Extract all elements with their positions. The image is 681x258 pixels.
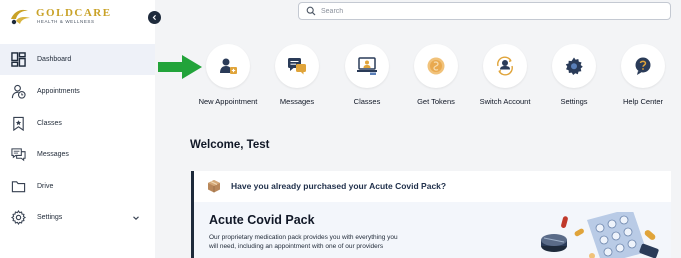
messages-icon xyxy=(288,58,306,75)
chevron-left-icon xyxy=(152,14,156,21)
new-appointment-icon xyxy=(220,58,237,74)
sidebar-item-settings[interactable]: Settings xyxy=(0,202,155,233)
search-input[interactable] xyxy=(321,4,661,18)
brand-logo[interactable]: GOLDCARE HEALTH & WELLNESS xyxy=(8,5,118,27)
folder-icon xyxy=(11,179,26,194)
medication-pack-illustration xyxy=(541,212,659,258)
sidebar-item-label: Dashboard xyxy=(37,56,72,63)
promo-card-body: Acute Covid Pack Our proprietary medicat… xyxy=(194,202,671,258)
quick-action-circle xyxy=(621,44,665,88)
classes-icon xyxy=(357,57,377,75)
brand-tagline: HEALTH & WELLNESS xyxy=(37,19,95,24)
welcome-heading: Welcome, Test xyxy=(190,139,270,151)
promo-card-header[interactable]: Have you already purchased your Acute Co… xyxy=(194,171,671,201)
quick-action-label: New Appointment xyxy=(198,97,258,106)
quick-action-circle xyxy=(275,44,319,88)
quick-action-switch-account[interactable]: Switch Account xyxy=(470,44,540,108)
settings-icon xyxy=(565,57,583,75)
switch-account-icon xyxy=(497,56,513,76)
person-clock-icon xyxy=(11,84,26,99)
sidebar-item-label: Messages xyxy=(37,151,69,158)
promo-card: Have you already purchased your Acute Co… xyxy=(191,171,671,258)
search-bar xyxy=(298,2,671,20)
chevron-down-icon[interactable] xyxy=(132,214,140,222)
tokens-icon xyxy=(427,57,445,75)
quick-action-label: Switch Account xyxy=(479,97,531,106)
sidebar-item-label: Classes xyxy=(37,120,62,127)
quick-action-new-appointment[interactable]: New Appointment xyxy=(193,44,263,108)
quick-action-circle xyxy=(414,44,458,88)
quick-action-circle xyxy=(483,44,527,88)
quick-action-label: Classes xyxy=(353,97,381,106)
sidebar-item-appointments[interactable]: Appointments xyxy=(0,76,155,107)
quick-action-label: Messages xyxy=(279,97,315,106)
sidebar-item-label: Drive xyxy=(37,183,54,190)
sidebar-item-messages[interactable]: Messages xyxy=(0,139,155,170)
chat-bubbles-icon xyxy=(11,147,26,162)
promo-title: Acute Covid Pack xyxy=(209,213,315,227)
search-icon[interactable] xyxy=(306,6,316,16)
gear-icon xyxy=(11,210,26,225)
quick-action-settings[interactable]: Settings xyxy=(539,44,609,108)
quick-action-circle xyxy=(552,44,596,88)
logo-mark-icon xyxy=(11,9,30,25)
sidebar-item-classes[interactable]: Classes xyxy=(0,108,155,139)
dashboard-icon xyxy=(11,52,26,67)
quick-action-label: Get Tokens xyxy=(417,97,455,106)
package-icon xyxy=(208,180,220,193)
quick-action-help-center[interactable]: Help Center xyxy=(608,44,678,108)
promo-question: Have you already purchased your Acute Co… xyxy=(231,181,447,191)
sidebar-item-dashboard[interactable]: Dashboard xyxy=(0,44,155,75)
quick-action-messages[interactable]: Messages xyxy=(262,44,332,108)
quick-action-label: Help Center xyxy=(622,97,664,106)
bookmark-icon xyxy=(11,116,26,131)
quick-action-circle xyxy=(345,44,389,88)
sidebar-item-drive[interactable]: Drive xyxy=(0,171,155,202)
quick-action-label: Settings xyxy=(560,97,588,106)
quick-action-circle xyxy=(206,44,250,88)
promo-description: Our proprietary medication pack provides… xyxy=(209,234,398,250)
collapse-sidebar-button[interactable] xyxy=(148,11,161,24)
sidebar: GOLDCARE HEALTH & WELLNESS Dashboard App… xyxy=(0,0,155,258)
sidebar-item-label: Settings xyxy=(37,214,63,221)
sidebar-item-label: Appointments xyxy=(37,88,80,95)
quick-action-get-tokens[interactable]: Get Tokens xyxy=(401,44,471,108)
brand-name: GOLDCARE xyxy=(36,7,112,19)
help-icon xyxy=(635,57,651,75)
quick-action-classes[interactable]: Classes xyxy=(332,44,402,108)
